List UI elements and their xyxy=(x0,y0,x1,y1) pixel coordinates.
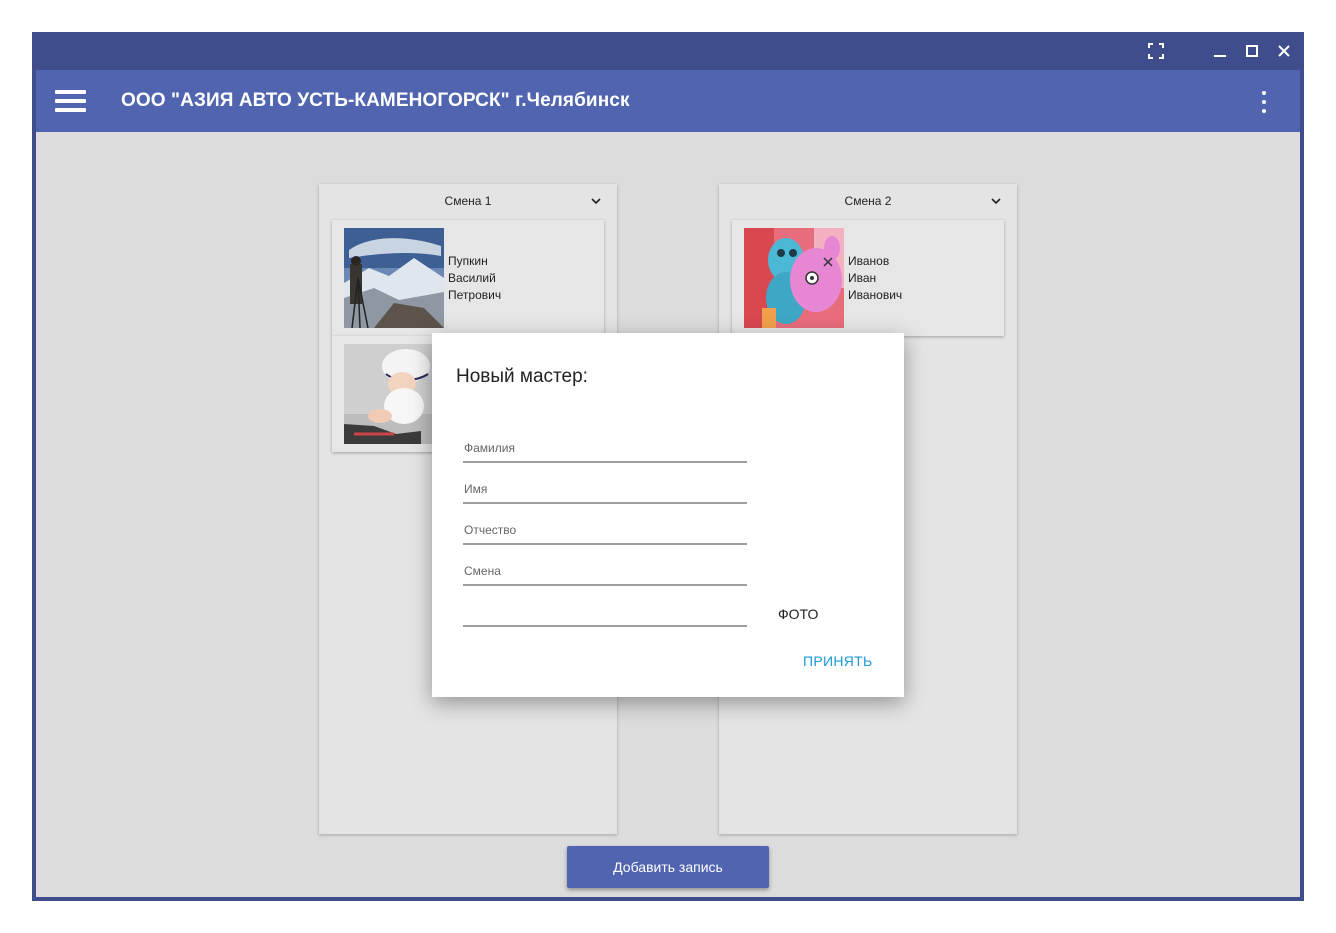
last-name: Иванов xyxy=(848,254,890,268)
photo-path-input[interactable] xyxy=(463,599,747,627)
shift-input[interactable] xyxy=(463,558,747,586)
app-title: ООО "АЗИЯ АВТО УСТЬ-КАМЕНОГОРСК" г.Челяб… xyxy=(121,90,630,111)
accept-button[interactable]: ПРИНЯТЬ xyxy=(803,653,873,669)
column-header[interactable]: Смена 2 xyxy=(719,184,1017,216)
master-photo xyxy=(744,228,844,328)
patronymic: Иванович xyxy=(848,288,903,302)
last-name: Пупкин xyxy=(448,254,488,268)
last-name-field[interactable] xyxy=(463,435,747,465)
photo-button[interactable]: ФОТО xyxy=(778,606,818,622)
first-name: Василий xyxy=(448,271,496,285)
master-photo xyxy=(344,344,444,444)
dialog-title: Новый мастер: xyxy=(456,366,588,387)
maximize-icon[interactable] xyxy=(1239,38,1265,64)
minimize-icon[interactable] xyxy=(1207,38,1233,64)
add-record-button[interactable]: Добавить запись xyxy=(567,846,769,888)
first-name-field[interactable] xyxy=(463,476,747,506)
master-name: Иванов Иван Иванович xyxy=(848,253,902,304)
master-name: Пупкин Василий Петрович xyxy=(448,253,501,304)
master-card[interactable]: Пупкин Василий Петрович xyxy=(332,220,604,336)
master-photo xyxy=(344,228,444,328)
last-name-input[interactable] xyxy=(463,435,747,463)
app-bar: ООО "АЗИЯ АВТО УСТЬ-КАМЕНОГОРСК" г.Челяб… xyxy=(36,70,1300,132)
more-vert-icon[interactable] xyxy=(1252,88,1276,116)
patronymic: Петрович xyxy=(448,288,502,302)
menu-icon[interactable] xyxy=(55,90,87,112)
master-card[interactable]: Иванов Иван Иванович xyxy=(732,220,1004,336)
window-titlebar xyxy=(32,32,1304,70)
patronymic-field[interactable] xyxy=(463,517,747,547)
chevron-down-icon[interactable] xyxy=(589,194,603,208)
patronymic-input[interactable] xyxy=(463,517,747,545)
first-name-input[interactable] xyxy=(463,476,747,504)
photo-path-field[interactable] xyxy=(463,599,747,629)
close-icon[interactable] xyxy=(1271,38,1297,64)
column-title: Смена 1 xyxy=(444,194,492,208)
new-master-dialog: Новый мастер: ФОТО ПРИНЯТЬ xyxy=(432,333,904,697)
shift-field[interactable] xyxy=(463,558,747,588)
first-name: Иван xyxy=(848,271,877,285)
chevron-down-icon[interactable] xyxy=(989,194,1003,208)
column-header[interactable]: Смена 1 xyxy=(319,184,617,216)
column-title: Смена 2 xyxy=(844,194,892,208)
fullscreen-icon[interactable] xyxy=(1143,38,1169,64)
